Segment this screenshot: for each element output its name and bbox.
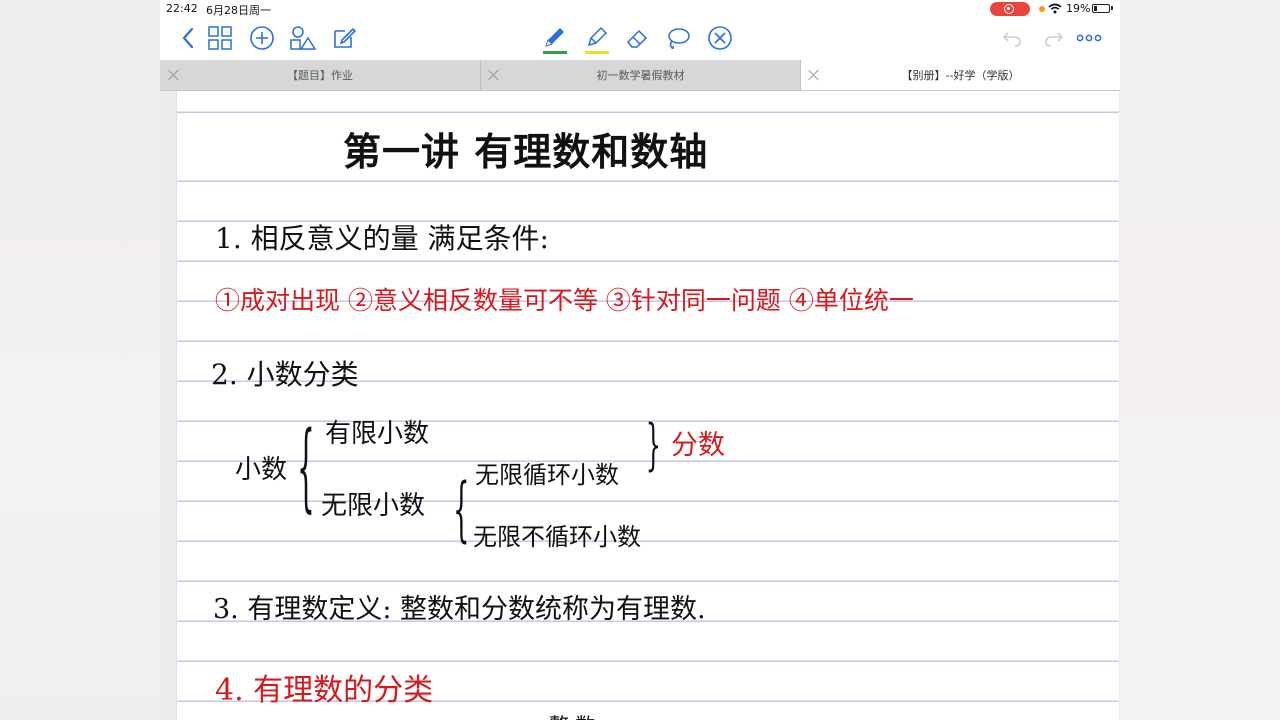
note-title: 第一讲 有理数和数轴	[343, 129, 709, 174]
plus-circle-icon[interactable]	[248, 24, 276, 52]
tab-supplement[interactable]: 【别册】--好学（学版）	[801, 60, 1120, 90]
notes-app-window: 22:42 6月28日周一 19% 【题目】作业 初一数学暑假教材 【别册】--…	[160, 0, 1120, 720]
section-4-partial-text: 整 数	[549, 709, 595, 720]
shapes-icon[interactable]	[289, 24, 317, 52]
tab-close-icon[interactable]	[807, 68, 821, 82]
tab-summer-textbook[interactable]: 初一数学暑假教材	[481, 60, 800, 90]
tree-fraction-label: 分数	[671, 430, 725, 461]
page-canvas[interactable]: 第一讲 有理数和数轴 1. 相反意义的量 满足条件: ①成对出现 ②意义相反数量…	[160, 91, 1120, 720]
close-circle-icon[interactable]	[706, 24, 734, 52]
eraser-icon[interactable]	[623, 24, 651, 52]
battery-level	[1094, 6, 1097, 11]
toolbar	[160, 18, 1120, 60]
document-tabs: 【题目】作业 初一数学暑假教材 【别册】--好学（学版）	[160, 60, 1120, 91]
tab-label: 初一数学暑假教材	[596, 69, 685, 82]
tree-finite-decimal: 有限小数	[325, 419, 430, 449]
date: 6月28日周一	[206, 4, 271, 17]
section-4-heading: 4. 有理数的分类	[215, 673, 434, 708]
battery-percentage: 19%	[1066, 2, 1091, 15]
battery-cap	[1111, 6, 1113, 10]
tab-close-icon[interactable]	[487, 68, 501, 82]
highlighter-color-indicator	[585, 51, 609, 54]
tree-root-decimal: 小数	[235, 455, 288, 485]
tab-label: 【题目】作业	[287, 69, 353, 82]
brace-fraction: {	[645, 413, 661, 478]
status-bar: 22:42 6月28日周一 19%	[160, 0, 1120, 18]
section-3-definition: 3. 有理数定义: 整数和分数统称为有理数.	[213, 594, 706, 625]
ruled-note-page[interactable]: 第一讲 有理数和数轴 1. 相反意义的量 满足条件: ①成对出现 ②意义相反数量…	[177, 91, 1119, 720]
edit-icon[interactable]	[330, 24, 358, 52]
highlighter-icon[interactable]	[582, 24, 610, 54]
record-icon	[1004, 4, 1014, 14]
tree-repeating-decimal: 无限循环小数	[475, 461, 619, 489]
brace-infinite: {	[453, 471, 470, 552]
battery-icon	[1092, 4, 1110, 13]
section-1-heading: 1. 相反意义的量 满足条件:	[215, 222, 549, 255]
blurred-background-right	[1120, 0, 1280, 720]
pen-icon[interactable]	[540, 24, 568, 54]
chevron-left-icon[interactable]	[174, 24, 202, 52]
wifi-icon	[1048, 3, 1062, 14]
grid-icon[interactable]	[206, 24, 234, 52]
section-2-heading: 2. 小数分类	[211, 358, 359, 391]
tree-non-repeating-decimal: 无限不循环小数	[473, 523, 641, 551]
tree-infinite-decimal: 无限小数	[321, 491, 426, 521]
undo-icon[interactable]	[998, 24, 1026, 52]
lasso-icon[interactable]	[664, 24, 692, 52]
tab-homework[interactable]: 【题目】作业	[160, 60, 480, 90]
redo-icon[interactable]	[1040, 24, 1068, 52]
section-1-conditions: ①成对出现 ②意义相反数量可不等 ③针对同一问题 ④单位统一	[215, 286, 914, 315]
tab-close-icon[interactable]	[167, 68, 181, 82]
microphone-indicator	[1039, 6, 1045, 12]
screen-recording-indicator[interactable]	[990, 2, 1030, 16]
clock: 22:42	[166, 2, 198, 15]
more-icon[interactable]	[1075, 24, 1103, 52]
brace-decimal: {	[297, 411, 315, 524]
blurred-background-left	[0, 0, 160, 720]
tab-label: 【别册】--好学（学版）	[901, 69, 1020, 82]
pen-color-indicator	[543, 51, 567, 54]
